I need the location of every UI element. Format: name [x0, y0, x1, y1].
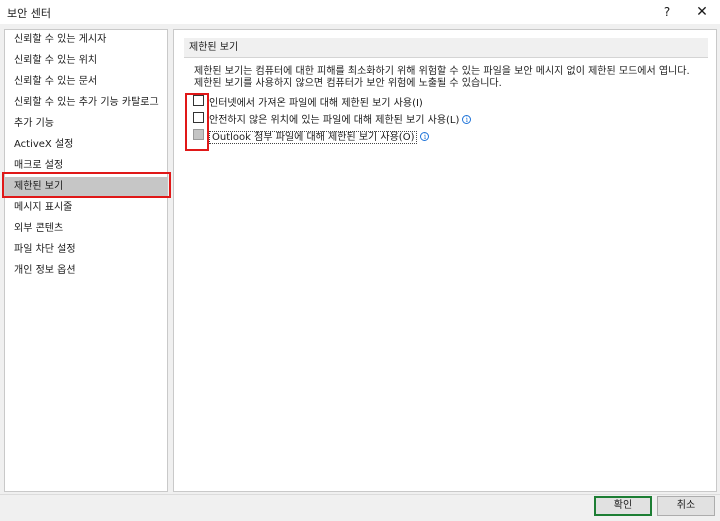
sidebar-item-label: ActiveX 설정: [14, 139, 74, 150]
option-unsafe-locations[interactable]: 안전하지 않은 위치에 있는 파일에 대해 제한된 보기 사용(L) i: [193, 109, 693, 127]
internet-files-checkbox[interactable]: [193, 95, 204, 106]
unsafe-locations-checkbox[interactable]: [193, 112, 204, 123]
outlook-attachments-label: Outlook 첨부 파일에 대해 제한된 보기 사용(O): [209, 131, 418, 144]
sidebar-item-label: 신뢰할 수 있는 위치: [14, 55, 98, 66]
info-icon[interactable]: i: [420, 132, 430, 141]
sidebar-item-trusted-locations[interactable]: 신뢰할 수 있는 위치: [5, 51, 167, 71]
sidebar-item-protected-view[interactable]: 제한된 보기: [5, 177, 167, 197]
sidebar-item-label: 파일 차단 설정: [14, 244, 76, 255]
sidebar-item-label: 개인 정보 옵션: [14, 265, 76, 276]
description-line-1: 제한된 보기는 컴퓨터에 대한 피해를 최소화하기 위해 위험할 수 있는 파일…: [194, 66, 690, 77]
sidebar-item-privacy-options[interactable]: 개인 정보 옵션: [5, 261, 167, 281]
info-icon[interactable]: i: [462, 115, 472, 124]
option-internet-files[interactable]: 인터넷에서 가져온 파일에 대해 제한된 보기 사용(I): [193, 92, 693, 110]
sidebar-item-label: 신뢰할 수 있는 추가 기능 카탈로그: [14, 97, 159, 108]
sidebar-item-label: 매크로 설정: [14, 160, 64, 171]
outlook-attachments-label-wrap[interactable]: Outlook 첨부 파일에 대해 제한된 보기 사용(O) i: [209, 128, 430, 144]
sidebar-item-trusted-documents[interactable]: 신뢰할 수 있는 문서: [5, 72, 167, 92]
sidebar-item-label: 외부 콘텐츠: [14, 223, 64, 234]
sidebar-item-label: 신뢰할 수 있는 게시자: [14, 34, 107, 45]
footer-divider: [0, 494, 720, 495]
outlook-attachments-checkbox[interactable]: [193, 129, 204, 140]
ok-button[interactable]: 확인: [594, 496, 652, 516]
sidebar-item-activex[interactable]: ActiveX 설정: [5, 135, 167, 155]
internet-files-label[interactable]: 인터넷에서 가져온 파일에 대해 제한된 보기 사용(I): [209, 94, 423, 109]
help-button[interactable]: ?: [657, 2, 677, 22]
content-panel: 제한된 보기 제한된 보기는 컴퓨터에 대한 피해를 최소화하기 위해 위험할 …: [173, 29, 717, 492]
sidebar-item-macro-settings[interactable]: 매크로 설정: [5, 156, 167, 176]
sidebar-item-trusted-addin-catalogs[interactable]: 신뢰할 수 있는 추가 기능 카탈로그: [5, 93, 167, 113]
sidebar-item-addins[interactable]: 추가 기능: [5, 114, 167, 134]
description-line-2: 제한된 보기를 사용하지 않으면 컴퓨터가 보안 위험에 노출될 수 있습니다.: [194, 78, 502, 89]
title-bar: 보안 센터 ? ✕: [0, 0, 720, 24]
section-title: 제한된 보기: [184, 38, 708, 58]
close-button[interactable]: ✕: [692, 2, 712, 22]
sidebar-item-label: 신뢰할 수 있는 문서: [14, 76, 98, 87]
cancel-button[interactable]: 취소: [657, 496, 715, 516]
unsafe-locations-label-wrap[interactable]: 안전하지 않은 위치에 있는 파일에 대해 제한된 보기 사용(L) i: [209, 111, 472, 126]
sidebar-item-label: 제한된 보기: [14, 181, 64, 192]
sidebar-item-label: 메시지 표시줄: [14, 202, 73, 213]
window-title: 보안 센터: [7, 7, 51, 20]
sidebar-item-message-bar[interactable]: 메시지 표시줄: [5, 198, 167, 218]
sidebar-item-trusted-publishers[interactable]: 신뢰할 수 있는 게시자: [5, 30, 167, 50]
unsafe-locations-label: 안전하지 않은 위치에 있는 파일에 대해 제한된 보기 사용(L): [209, 115, 460, 126]
sidebar: 신뢰할 수 있는 게시자 신뢰할 수 있는 위치 신뢰할 수 있는 문서 신뢰할…: [4, 29, 168, 492]
option-outlook-attachments[interactable]: Outlook 첨부 파일에 대해 제한된 보기 사용(O) i: [193, 126, 693, 144]
sidebar-item-file-block-settings[interactable]: 파일 차단 설정: [5, 240, 167, 260]
description: 제한된 보기는 컴퓨터에 대한 피해를 최소화하기 위해 위험할 수 있는 파일…: [194, 66, 712, 90]
sidebar-item-label: 추가 기능: [14, 118, 54, 129]
sidebar-item-external-content[interactable]: 외부 콘텐츠: [5, 219, 167, 239]
